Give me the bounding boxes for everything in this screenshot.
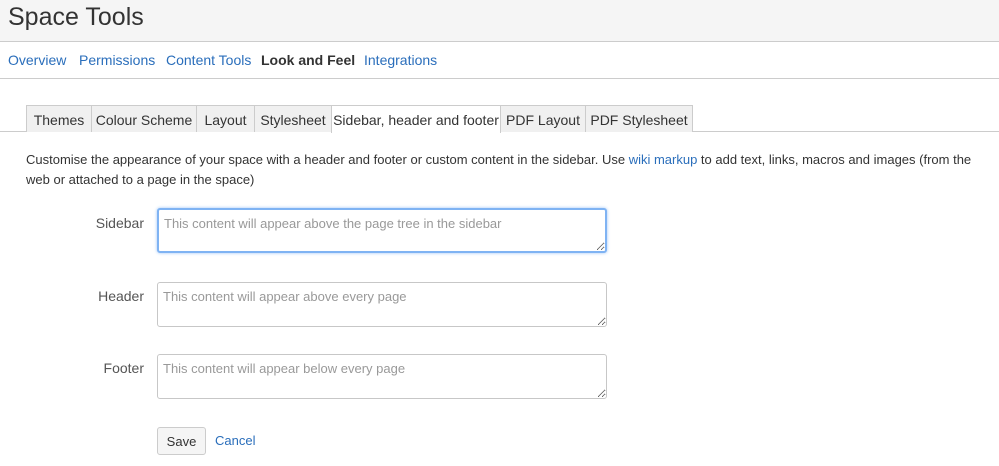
nav-overview[interactable]: Overview [8,52,66,68]
tab-colour-scheme[interactable]: Colour Scheme [91,105,197,132]
tab-sidebar-header-footer[interactable]: Sidebar, header and footer [331,105,501,133]
space-tools-nav: Overview Permissions Content Tools Look … [0,43,999,79]
tab-stylesheet[interactable]: Stylesheet [254,105,332,132]
nav-content-tools[interactable]: Content Tools [166,52,251,68]
description: Customise the appearance of your space w… [26,150,991,190]
header-textarea[interactable] [157,282,607,327]
sidebar-textarea[interactable] [157,208,607,253]
footer-label: Footer [103,360,144,376]
header-label: Header [98,288,144,304]
wiki-markup-link[interactable]: wiki markup [629,152,698,167]
tab-layout[interactable]: Layout [196,105,255,132]
nav-look-and-feel[interactable]: Look and Feel [261,52,355,68]
tab-themes[interactable]: Themes [26,105,92,132]
cancel-link[interactable]: Cancel [215,433,255,448]
page-title: Space Tools [8,3,144,31]
nav-integrations[interactable]: Integrations [364,52,437,68]
save-button[interactable]: Save [157,427,206,455]
sidebar-label: Sidebar [95,215,144,231]
footer-textarea[interactable] [157,354,607,399]
description-text: Customise the appearance of your space w… [26,152,629,167]
tab-pdf-stylesheet[interactable]: PDF Stylesheet [585,105,693,132]
tab-pdf-layout[interactable]: PDF Layout [500,105,586,132]
nav-permissions[interactable]: Permissions [79,52,155,68]
page-header: Space Tools [0,0,999,42]
